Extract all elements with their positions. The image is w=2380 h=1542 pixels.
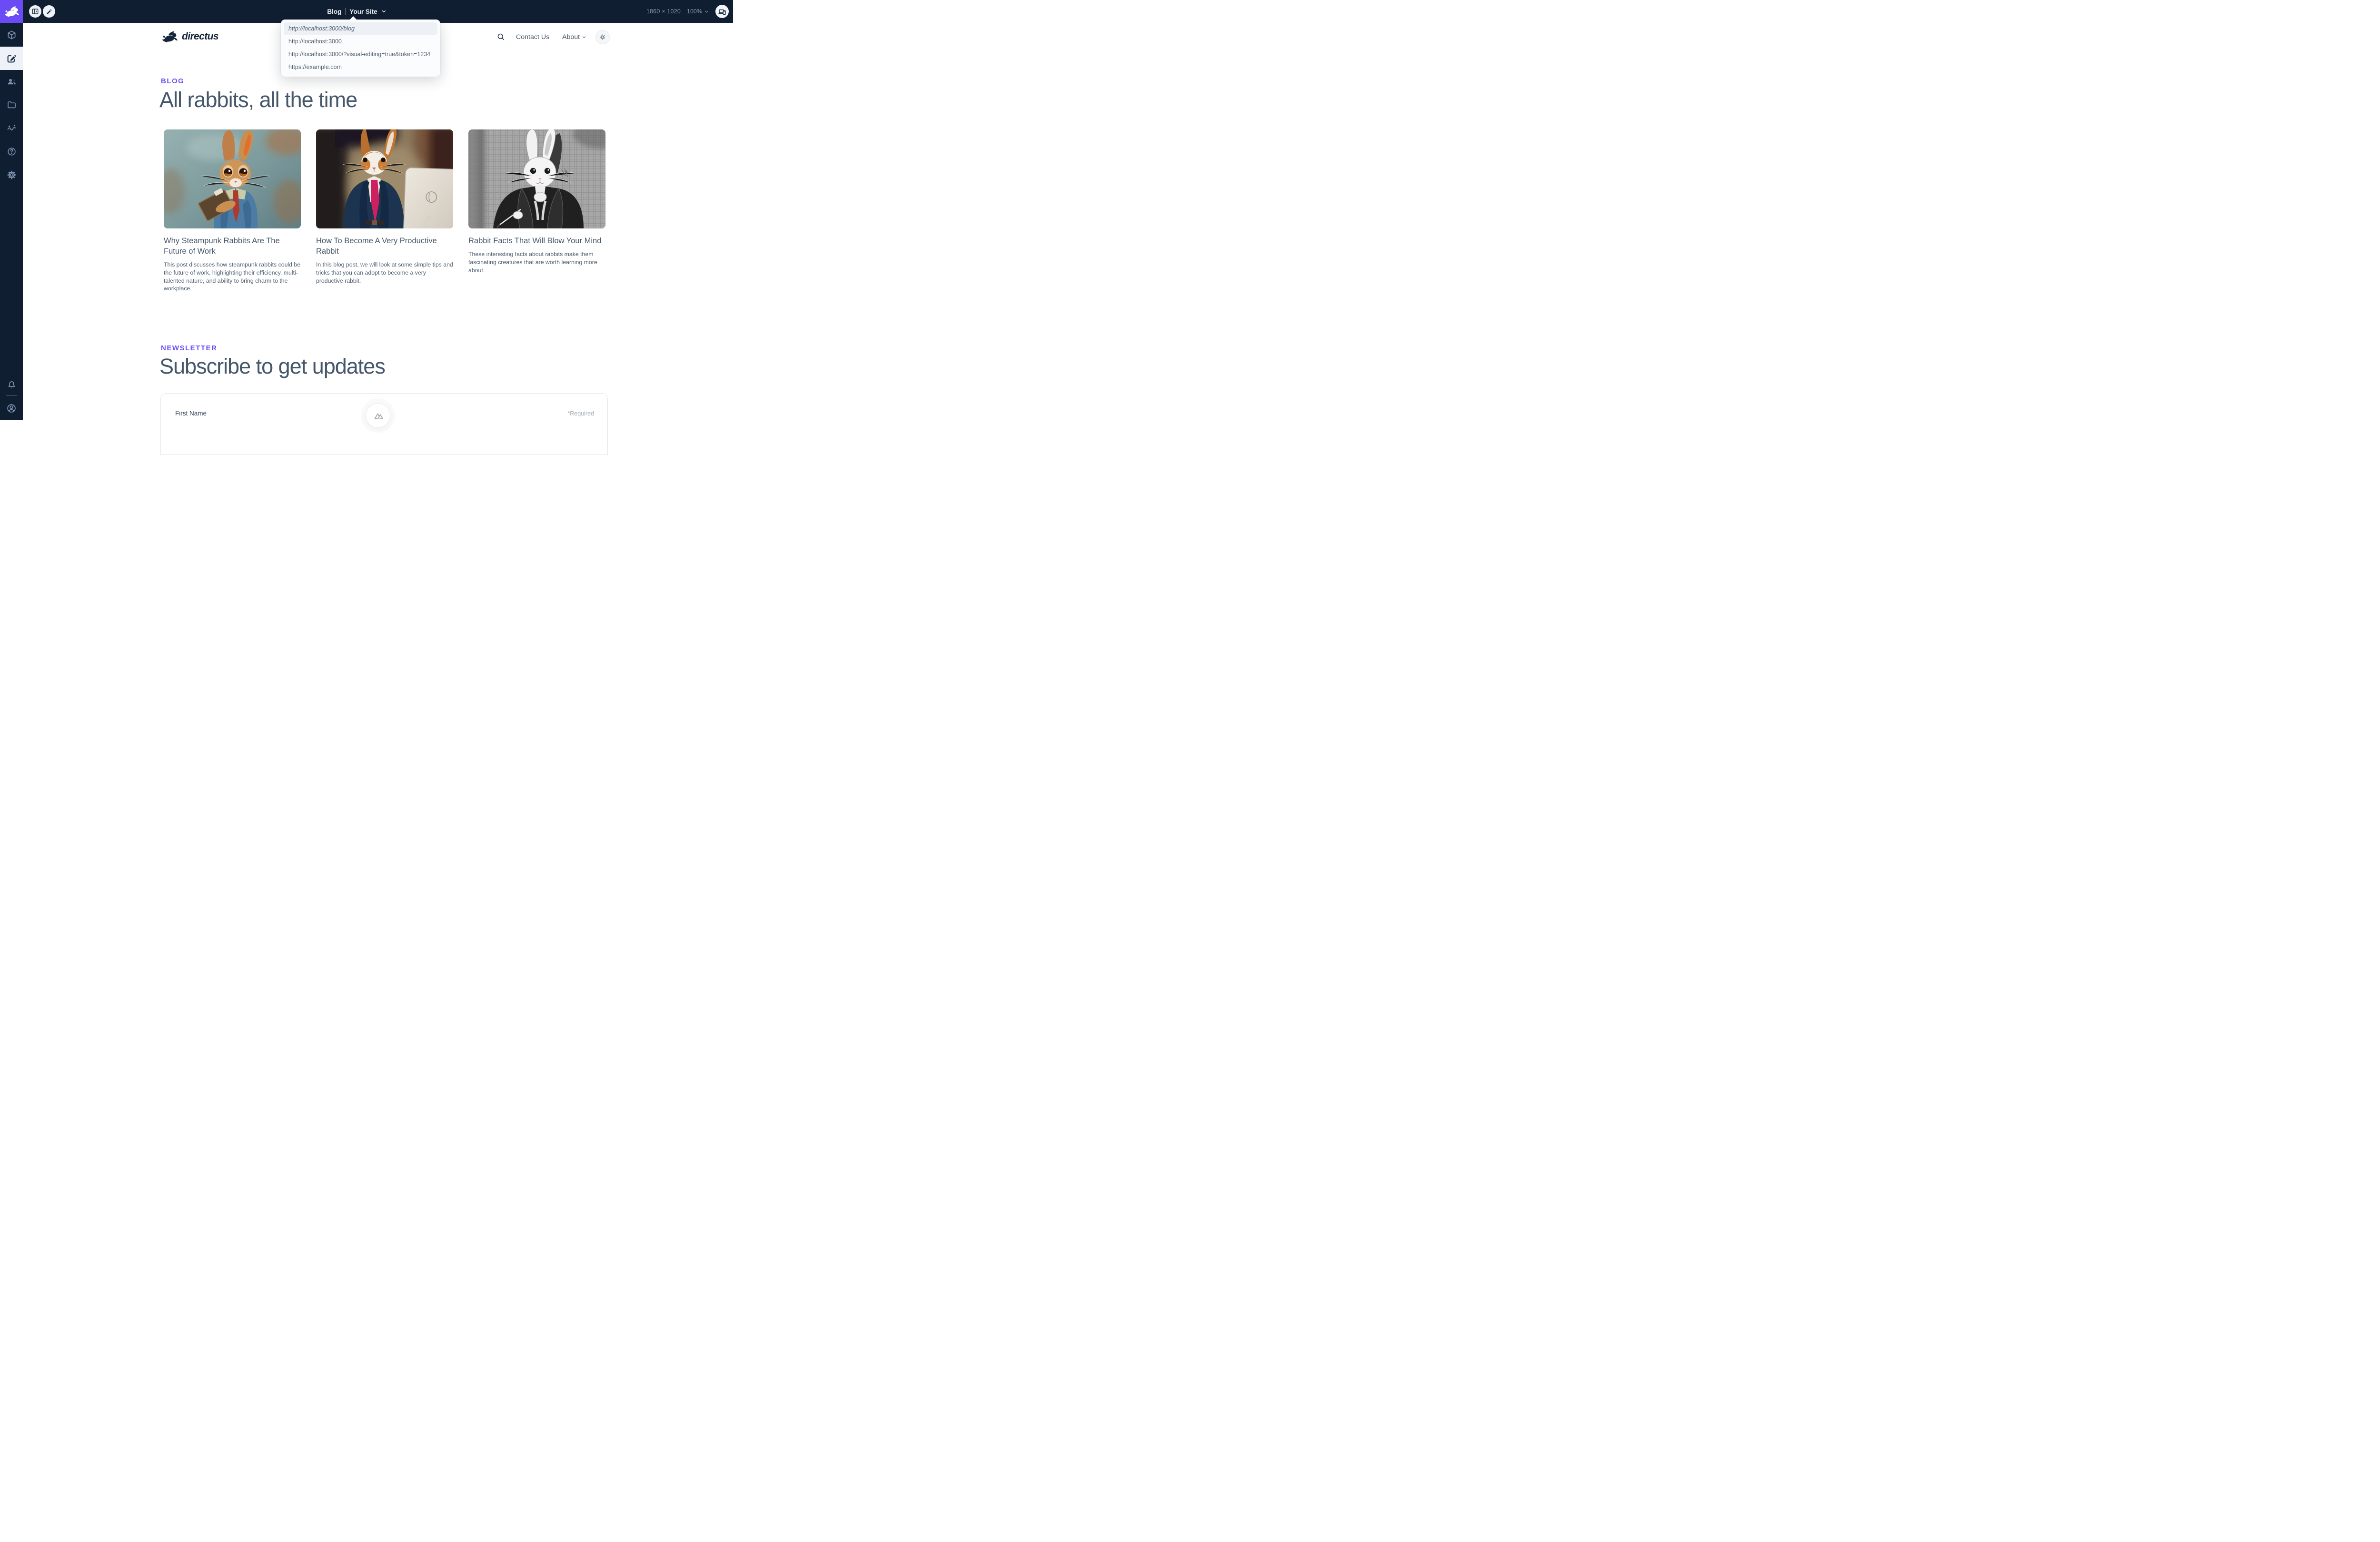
blog-eyebrow: BLOG: [161, 77, 184, 85]
gear-icon: [7, 170, 17, 180]
responsive-preview-button[interactable]: [715, 5, 729, 18]
account-icon: [6, 403, 17, 414]
label-divider: [345, 8, 346, 15]
devices-icon: [718, 8, 726, 16]
post-title: How To Become A Very Productive Rabbit: [316, 236, 438, 257]
site-preview: directus Contact Us About BLOG All rab: [23, 23, 733, 420]
post-image-rabbit-in-suit: [316, 129, 453, 228]
url-option[interactable]: http://localhost:3000/?visual-editing=tr…: [284, 48, 437, 61]
first-name-field-label: First Name: [175, 410, 207, 417]
nuxt-logo-icon: [372, 409, 384, 422]
viewport-dimensions: 1860 × 1020: [646, 8, 681, 15]
sun-icon: [599, 33, 606, 41]
nuxt-devtools-button[interactable]: [366, 403, 390, 428]
blog-post-card[interactable]: Rabbit Facts That Will Blow Your Mind Th…: [468, 129, 605, 274]
box-icon: [7, 30, 17, 40]
post-image-steampunk-rabbit: [164, 129, 301, 228]
chevron-down-icon: [704, 9, 709, 14]
required-hint: *Required: [567, 410, 594, 417]
collapse-panel-button[interactable]: [29, 5, 41, 18]
post-image-victorian-rabbit: [468, 129, 605, 228]
theme-toggle-button[interactable]: [595, 30, 610, 44]
site-label: Your Site: [349, 8, 377, 15]
sidebar-item-help[interactable]: [0, 140, 23, 163]
brand-wordmark: directus: [182, 31, 218, 42]
zoom-value: 100%: [687, 8, 702, 15]
url-option[interactable]: http://localhost:3000/blog: [284, 22, 437, 35]
rail-divider: [6, 395, 17, 396]
site-logo[interactable]: directus: [160, 30, 218, 43]
insights-icon: [7, 123, 17, 133]
sidebar-item-notifications[interactable]: [0, 373, 23, 396]
newsletter-eyebrow: NEWSLETTER: [161, 344, 217, 352]
url-dropdown-menu: http://localhost:3000/blog http://localh…: [281, 20, 440, 77]
url-option[interactable]: http://localhost:3000: [284, 35, 437, 48]
zoom-control[interactable]: 100%: [687, 8, 709, 15]
post-description: These interesting facts about rabbits ma…: [468, 250, 605, 274]
about-label: About: [562, 33, 580, 41]
panel-collapse-icon: [31, 8, 39, 15]
pencil-icon: [46, 8, 53, 15]
post-description: In this blog post, we will look at some …: [316, 261, 453, 285]
page-label: Blog: [327, 8, 341, 15]
blog-post-card[interactable]: Why Steampunk Rabbits Are The Future of …: [164, 129, 301, 293]
url-option[interactable]: https://example.com: [284, 61, 437, 74]
module-rail: [0, 0, 23, 420]
help-icon: [7, 147, 17, 157]
sidebar-item-insights[interactable]: [0, 117, 23, 140]
sidebar-item-settings[interactable]: [0, 163, 23, 187]
post-title: Rabbit Facts That Will Blow Your Mind: [468, 236, 605, 246]
directus-rabbit-logo-icon: [3, 5, 20, 18]
edit-mode-button[interactable]: [43, 5, 55, 18]
post-title: Why Steampunk Rabbits Are The Future of …: [164, 236, 286, 257]
search-icon: [496, 32, 506, 41]
sidebar-item-visual-editor[interactable]: [0, 47, 23, 70]
sidebar-item-content[interactable]: [0, 23, 23, 47]
chevron-down-icon: [582, 35, 586, 40]
blog-post-card[interactable]: How To Become A Very Productive Rabbit I…: [316, 129, 453, 285]
directus-rabbit-logo-icon: [160, 30, 178, 43]
chevron-down-icon: [381, 9, 387, 14]
folder-icon: [7, 100, 17, 110]
sidebar-item-account[interactable]: [0, 396, 23, 420]
users-icon: [7, 77, 17, 87]
nav-link-about[interactable]: About: [562, 33, 586, 41]
edit-icon: [6, 53, 17, 64]
bell-icon: [7, 380, 17, 390]
sidebar-item-users[interactable]: [0, 70, 23, 93]
newsletter-title: Subscribe to get updates: [159, 355, 385, 378]
sidebar-item-files[interactable]: [0, 93, 23, 117]
search-button[interactable]: [496, 32, 506, 41]
nav-link-contact-us[interactable]: Contact Us: [516, 33, 549, 41]
blog-page-title: All rabbits, all the time: [159, 88, 357, 112]
directus-logo-button[interactable]: [0, 0, 23, 23]
post-description: This post discusses how steampunk rabbit…: [164, 261, 301, 293]
